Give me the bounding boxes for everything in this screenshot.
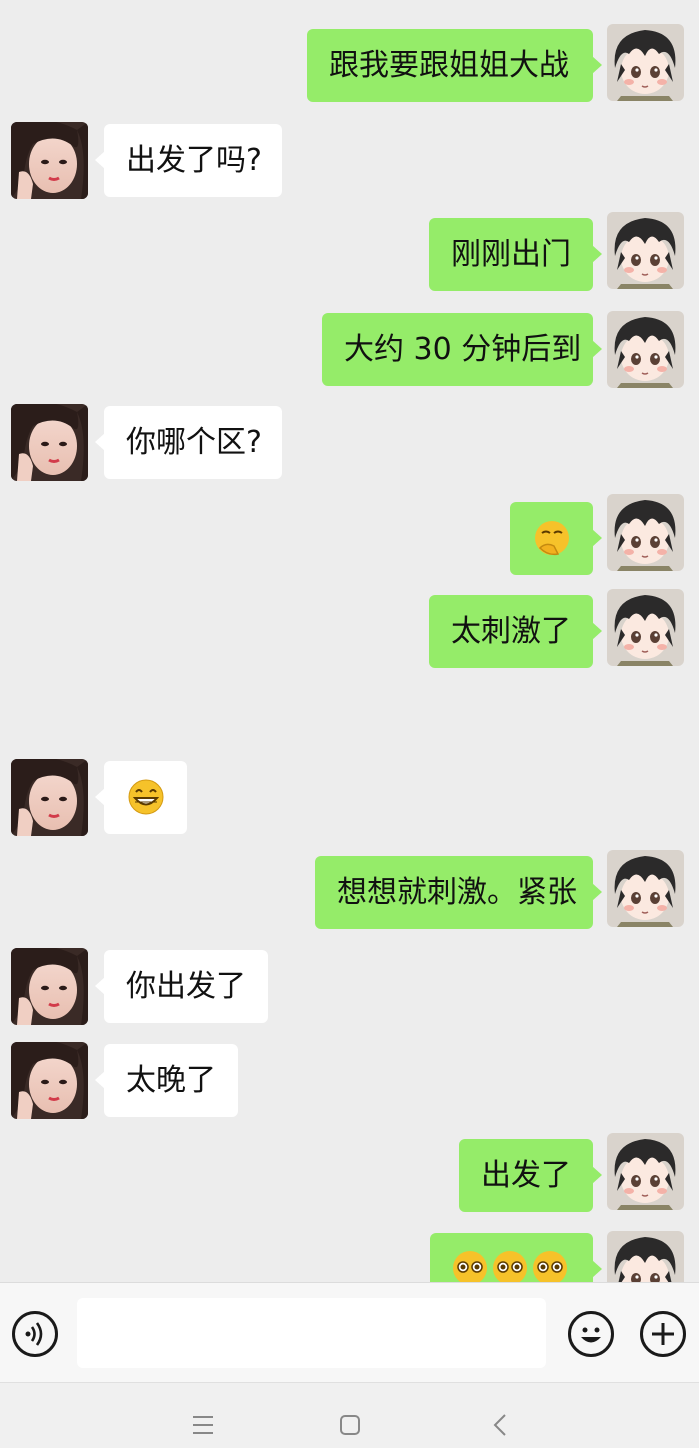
my-avatar[interactable]	[607, 24, 684, 101]
contact-avatar[interactable]	[11, 1042, 88, 1119]
back-icon[interactable]	[489, 1413, 513, 1437]
my-avatar[interactable]	[607, 1133, 684, 1210]
smirk-hand-emoji	[535, 520, 569, 555]
my-avatar[interactable]	[607, 212, 684, 289]
contact-avatar[interactable]	[11, 759, 88, 836]
chat-screen: 跟我要跟姐姐大战 出发了吗? 刚刚出门 大约 30 分钟后到 你哪个区? 太刺激…	[0, 0, 699, 1448]
message-bubble[interactable]	[95, 761, 187, 834]
message-bubble[interactable]: 太刺激了	[429, 595, 602, 668]
menu-icon[interactable]	[191, 1413, 215, 1437]
message-input[interactable]	[77, 1298, 546, 1368]
contact-avatar[interactable]	[11, 404, 88, 481]
message-bubble[interactable]: 出发了	[459, 1139, 602, 1212]
my-avatar[interactable]	[607, 850, 684, 927]
pleading-emoji-x3	[453, 1250, 567, 1282]
my-avatar[interactable]	[607, 311, 684, 388]
home-icon[interactable]	[338, 1413, 362, 1437]
grin-emoji	[128, 779, 164, 814]
message-row	[0, 1231, 699, 1282]
my-avatar[interactable]	[607, 589, 684, 666]
message-bubble[interactable]: 刚刚出门	[429, 218, 602, 291]
message-input-bar	[0, 1282, 699, 1382]
message-bubble[interactable]: 你哪个区?	[95, 406, 282, 479]
voice-icon[interactable]	[12, 1311, 58, 1357]
message-bubble[interactable]	[510, 502, 602, 575]
message-bubble[interactable]: 你出发了	[95, 950, 268, 1023]
message-bubble[interactable]: 大约 30 分钟后到	[322, 313, 602, 386]
plus-icon[interactable]	[640, 1311, 686, 1357]
message-bubble[interactable]: 出发了吗?	[95, 124, 282, 197]
message-bubble[interactable]: 跟我要跟姐姐大战	[307, 29, 602, 102]
system-nav-bar	[0, 1382, 699, 1448]
emoji-icon[interactable]	[568, 1311, 614, 1357]
contact-avatar[interactable]	[11, 122, 88, 199]
my-avatar[interactable]	[607, 494, 684, 571]
contact-avatar[interactable]	[11, 948, 88, 1025]
message-bubble[interactable]: 想想就刺激。紧张	[315, 856, 602, 929]
my-avatar[interactable]	[607, 1231, 684, 1282]
message-bubble[interactable]: 太晚了	[95, 1044, 238, 1117]
message-bubble[interactable]	[430, 1233, 602, 1282]
